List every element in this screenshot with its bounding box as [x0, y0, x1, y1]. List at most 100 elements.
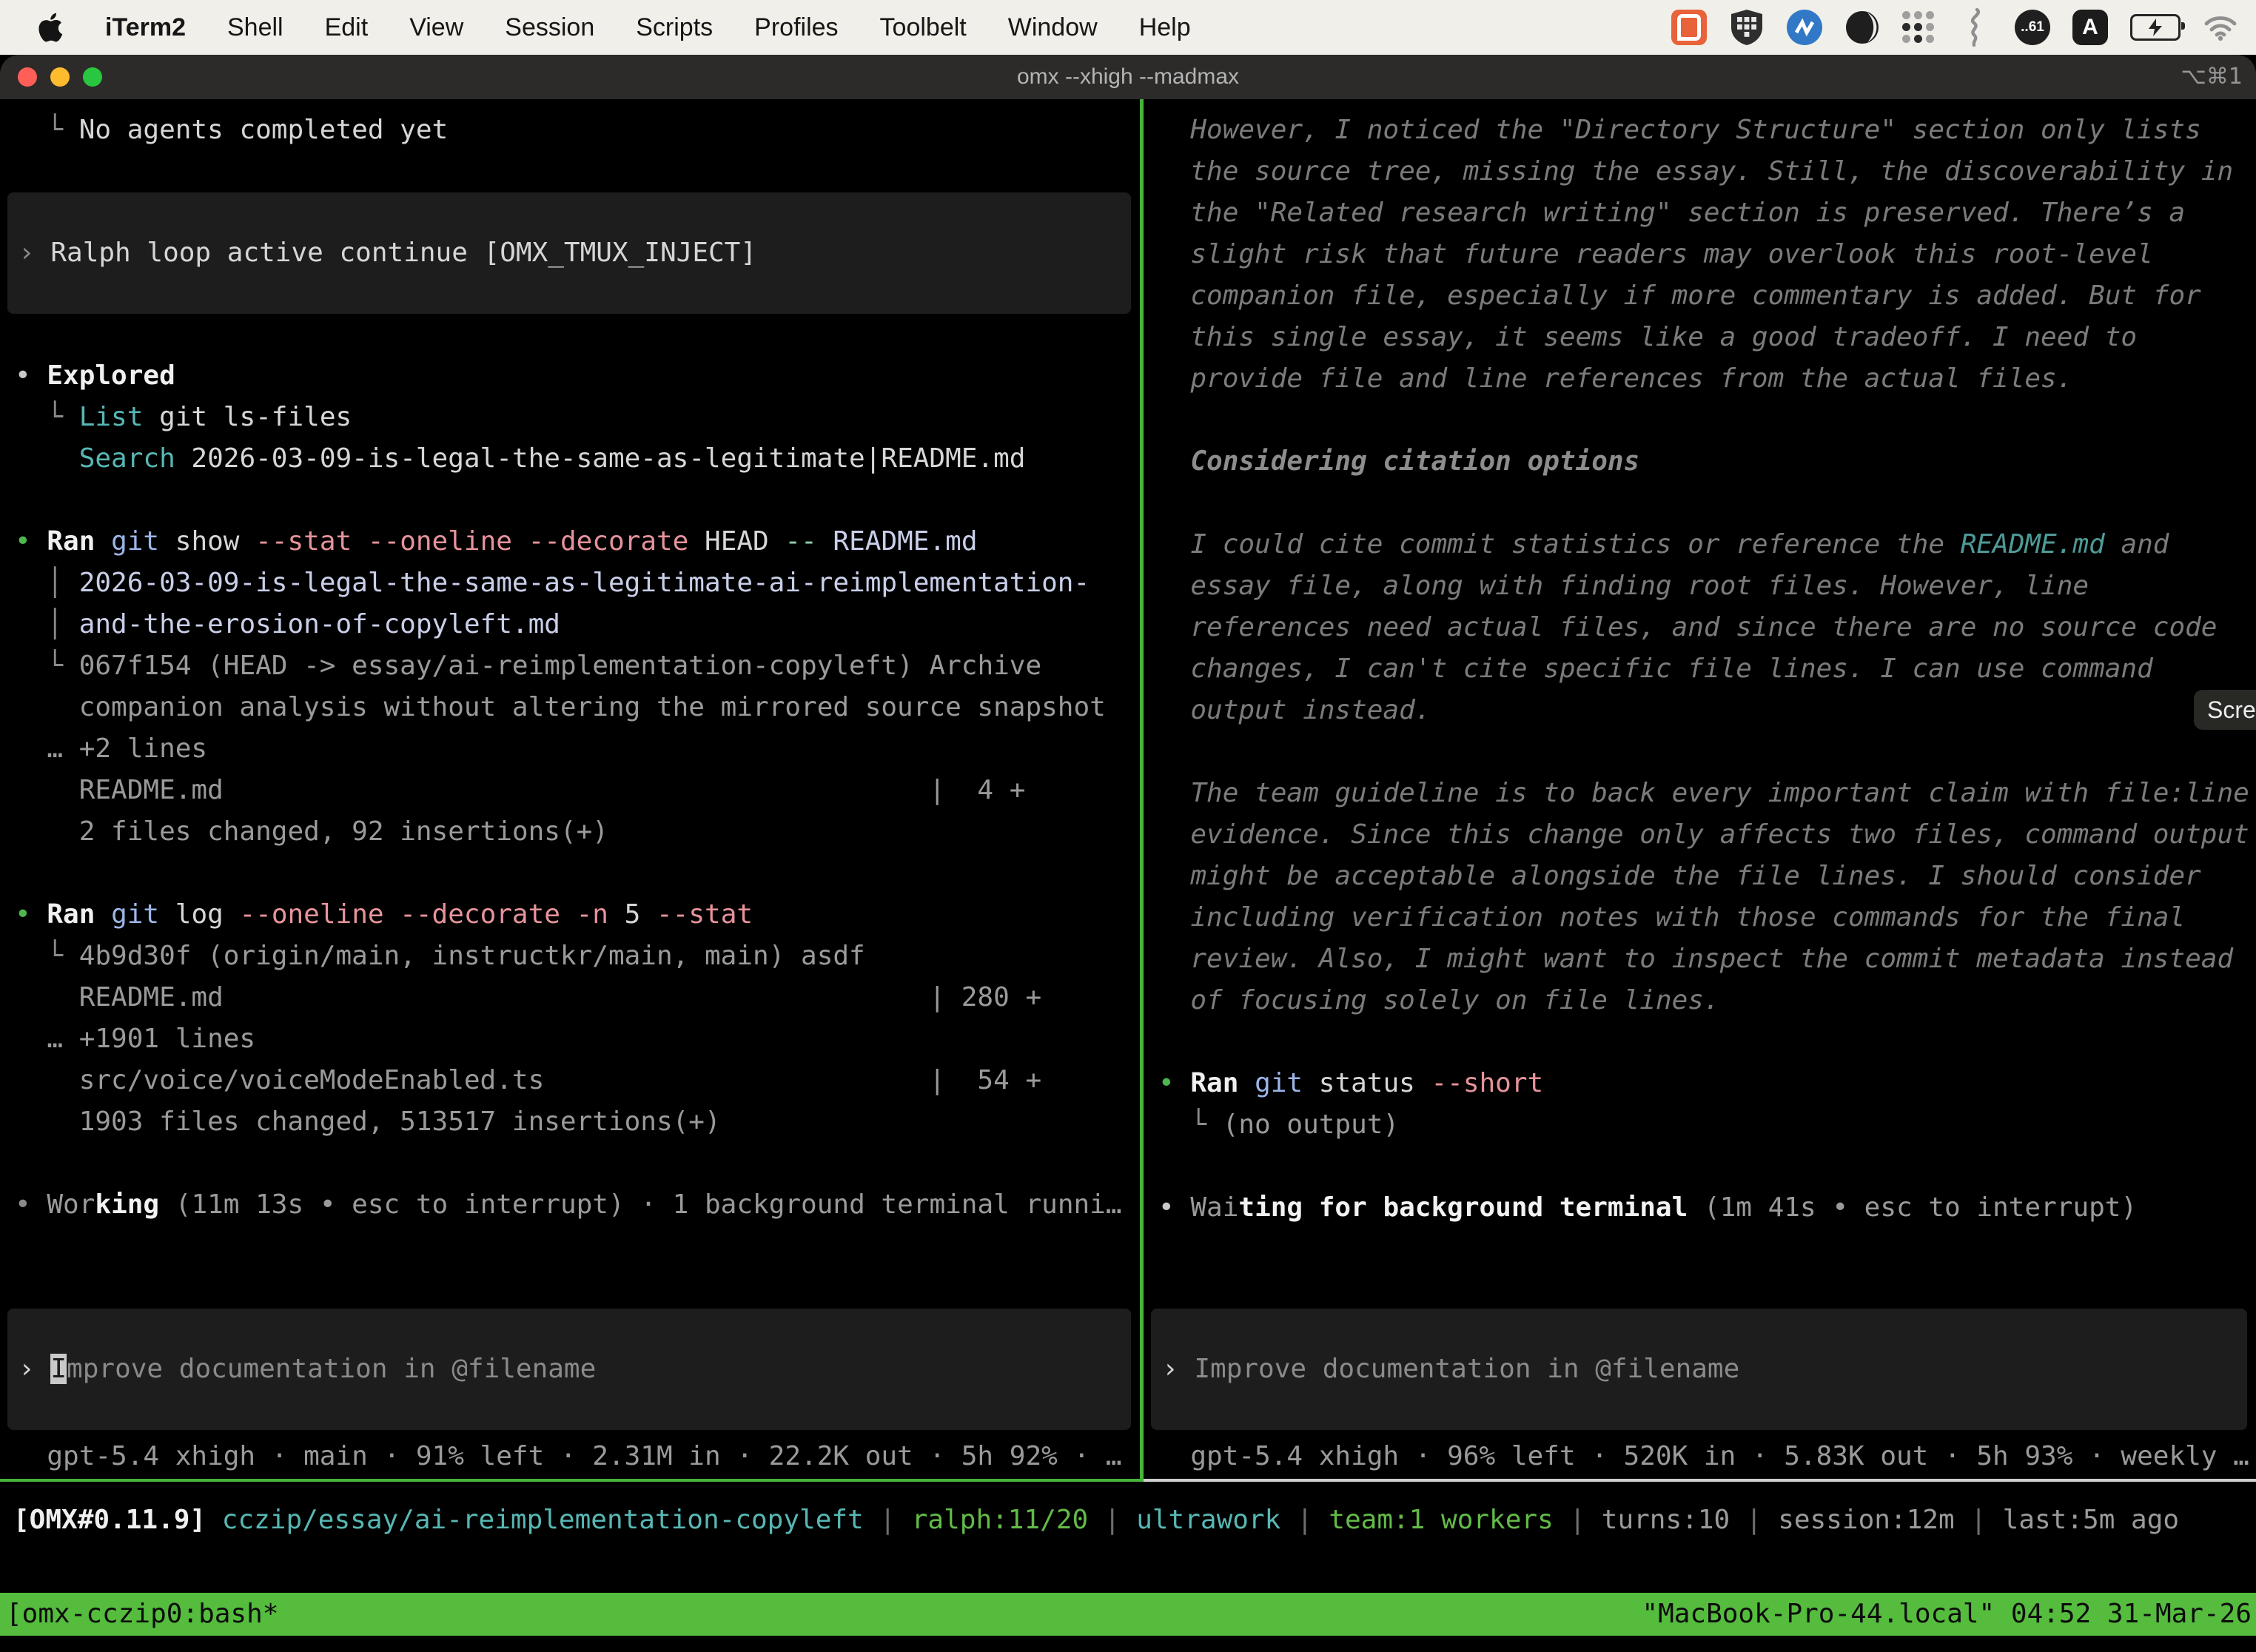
blank-line — [1144, 400, 2256, 441]
text-segment: Wai — [1190, 1192, 1238, 1223]
text-segment: | — [1088, 1505, 1136, 1535]
text-segment: git — [95, 526, 159, 557]
terminal-line: review. Also, I might want to inspect th… — [1144, 939, 2256, 980]
wifi-icon[interactable] — [2203, 10, 2238, 45]
text-segment: including verification notes with those … — [1158, 902, 2185, 933]
text-segment: README.md — [817, 526, 978, 557]
terminal-line: README.md | 280 + — [0, 977, 1140, 1018]
menu-item-scripts[interactable]: Scripts — [636, 13, 713, 42]
screen-share-overlay-chip: Scre — [2194, 690, 2256, 730]
chat-app-icon[interactable] — [1671, 10, 1707, 45]
text-segment: git — [95, 899, 159, 930]
text-segment: │ — [15, 568, 79, 598]
text-segment: --stat — [640, 899, 753, 930]
text-segment: references need actual files, and since … — [1158, 612, 2217, 642]
terminal-line: output instead. — [1144, 690, 2256, 731]
menu-item-window[interactable]: Window — [1008, 13, 1098, 42]
text-segment: this single essay, it seems like a good … — [1158, 322, 2137, 352]
terminal-line: › Ralph loop active continue [OMX_TMUX_I… — [7, 232, 1131, 274]
blank-line — [0, 151, 1140, 192]
text-segment: companion analysis without altering the … — [15, 692, 1106, 722]
timer-61-icon[interactable]: ..61 — [2015, 10, 2050, 45]
text-segment: ting for background terminal — [1238, 1192, 1688, 1223]
text-segment: The team guideline is to back every impo… — [1158, 778, 2249, 808]
terminal-line: README.md | 4 + — [0, 770, 1140, 811]
menu-item-help[interactable]: Help — [1139, 13, 1191, 42]
terminal-line: However, I noticed the "Directory Struct… — [1144, 110, 2256, 151]
text-segment: and-the-erosion-of-copyleft.md — [79, 609, 560, 639]
window-shortcut-badge: ⌥⌘1 — [2181, 55, 2243, 99]
terminal-line: I could cite commit statistics or refere… — [1144, 524, 2256, 565]
tmux-session-label: [omx-cczip0:bash* — [6, 1593, 278, 1636]
tmux-host-clock-label: "MacBook-Pro-44.local" 04:52 31-Mar-26 — [1642, 1593, 2252, 1636]
text-segment: No agents completed yet — [79, 115, 449, 145]
right-pane-input-line[interactable]: › Improve documentation in @filename — [1151, 1349, 2247, 1390]
menu-item-profiles[interactable]: Profiles — [754, 13, 838, 42]
menu-item-toolbelt[interactable]: Toolbelt — [880, 13, 967, 42]
text-segment: README.md | 4 + — [15, 775, 1025, 805]
text-segment: (11m 13s • esc to interrupt) · 1 backgro… — [159, 1189, 1121, 1220]
text-segment: Ran — [47, 899, 95, 930]
text-segment: … +1901 lines — [15, 1024, 255, 1054]
macos-menubar: iTerm2 Shell Edit View Session Scripts Profile… — [0, 0, 2256, 55]
terminal-line: • Ran git log --oneline --decorate -n 5 … — [0, 894, 1140, 936]
blank-line — [0, 853, 1140, 894]
terminal-line: of focusing solely on file lines. — [1144, 980, 2256, 1021]
text-segment: | — [1955, 1505, 2003, 1535]
text-segment: Considering citation options — [1158, 446, 1639, 477]
menu-item-session[interactable]: Session — [505, 13, 594, 42]
text-segment: session:12m — [1778, 1505, 1954, 1535]
right-pane-input-box[interactable]: › Improve documentation in @filename — [1151, 1309, 2247, 1430]
terminal-line: companion file, especially if more comme… — [1144, 275, 2256, 317]
text-segment: Search — [15, 443, 175, 474]
apple-menu-icon[interactable] — [37, 12, 64, 43]
text-segment: | — [1554, 1505, 1602, 1535]
shield-grid-icon[interactable] — [1729, 10, 1765, 45]
text-segment: provide file and line references from th… — [1158, 363, 2072, 394]
squiggle-icon[interactable] — [1957, 10, 1993, 45]
text-segment: List — [79, 402, 144, 432]
text-segment: Ran — [1190, 1068, 1238, 1098]
text-segment: 5 — [608, 899, 640, 930]
menu-item-view[interactable]: View — [409, 13, 463, 42]
menu-item-iterm2[interactable]: iTerm2 — [105, 13, 186, 42]
battery-icon[interactable] — [2130, 14, 2181, 41]
moon-pie-icon[interactable] — [1844, 10, 1880, 45]
left-pane-scrollback: └ No agents completed yet › Ralph loop ac… — [0, 99, 1140, 1226]
blank-line — [1144, 1146, 2256, 1187]
text-segment: --oneline --decorate -n — [224, 899, 608, 930]
left-pane-input-line[interactable]: › Improve documentation in @filename — [7, 1349, 1131, 1390]
terminal-line: └ No agents completed yet — [0, 110, 1140, 151]
text-segment: Ran — [47, 526, 95, 557]
menubar-menus: iTerm2 Shell Edit View Session Scripts Profile… — [0, 12, 1191, 43]
text-segment: └ — [15, 941, 79, 971]
text-segment: 067f154 (HEAD -> essay/ai-reimplementati… — [79, 651, 1041, 681]
menu-item-shell[interactable]: Shell — [227, 13, 283, 42]
text-segment: changes, I can't cite specific file line… — [1158, 654, 2153, 684]
text-segment: src/voice/voiceModeEnabled.ts | 54 + — [15, 1065, 1041, 1095]
terminal-line: 1903 files changed, 513517 insertions(+) — [0, 1101, 1140, 1143]
a-app-icon[interactable]: A — [2072, 10, 2108, 45]
chat-bubble-tail — [1677, 33, 1685, 41]
terminal-line: └ 067f154 (HEAD -> essay/ai-reimplementa… — [0, 645, 1140, 687]
blue-lightning-icon[interactable] — [1787, 10, 1822, 45]
text-segment: essay file, along with finding root file… — [1158, 571, 2089, 601]
left-pane-status-line: gpt-5.4 xhigh · main · 91% left · 2.31M … — [0, 1436, 1140, 1477]
text-segment: Ralph loop active continue [OMX_TMUX_INJ… — [50, 238, 756, 268]
terminal-line: • Explored — [0, 355, 1140, 397]
text-segment: 2 files changed, 92 insertions(+) — [15, 816, 608, 847]
text-segment: might be acceptable alongside the file l… — [1158, 861, 2201, 891]
terminal-line: essay file, along with finding root file… — [1144, 565, 2256, 607]
window-title: omx --xhigh --madmax — [0, 55, 2256, 99]
text-segment: output instead. — [1158, 695, 1431, 725]
terminal-line: • Ran git show --stat --oneline --decora… — [0, 521, 1140, 563]
text-segment: of focusing solely on file lines. — [1158, 985, 1720, 1015]
left-pane-input-box[interactable]: › Improve documentation in @filename — [7, 1309, 1131, 1430]
blank-line — [1144, 1021, 2256, 1063]
text-segment: • — [1158, 1192, 1190, 1223]
text-segment: log — [159, 899, 224, 930]
text-segment: team:1 workers — [1329, 1505, 1553, 1535]
text-segment: --short — [1415, 1068, 1543, 1098]
grid-dots-icon[interactable] — [1902, 11, 1935, 44]
menu-item-edit[interactable]: Edit — [325, 13, 369, 42]
